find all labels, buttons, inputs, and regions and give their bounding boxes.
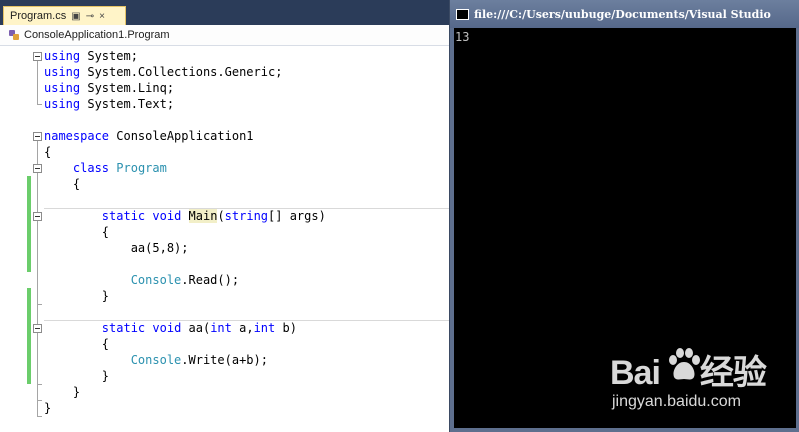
keyword-token: using xyxy=(44,49,81,63)
code-line[interactable]: { xyxy=(44,144,51,160)
keyword-token: static xyxy=(101,209,146,223)
tab-label: Program.cs xyxy=(10,10,67,22)
code-line[interactable]: aa(5,8); xyxy=(44,240,189,256)
code-token: { xyxy=(44,177,81,191)
change-marker xyxy=(27,176,31,272)
collapse-namespace-toggle[interactable] xyxy=(33,132,42,141)
code-line[interactable]: { xyxy=(44,224,109,240)
code-token: .Read(); xyxy=(181,273,240,287)
keyword-token: class xyxy=(72,161,110,175)
code-line[interactable]: using System.Linq; xyxy=(44,80,174,96)
code-line[interactable]: Console.Read(); xyxy=(44,272,239,288)
baidu-watermark: Bai 经验 jingyan.baidu.com xyxy=(610,345,795,415)
code-area[interactable]: using System; using System.Collections.Ge… xyxy=(0,48,449,432)
navigation-scope: ConsoleApplication1.Program xyxy=(24,29,170,41)
code-token: aa( xyxy=(181,321,211,335)
keyword-token: static xyxy=(101,321,146,335)
code-line[interactable]: Console.Write(a+b); xyxy=(44,352,268,368)
type-token: Program xyxy=(116,161,167,175)
keyword-token: void xyxy=(152,209,182,223)
code-token: } xyxy=(44,401,52,415)
code-line[interactable]: } xyxy=(44,384,80,400)
code-token: System; xyxy=(80,49,138,63)
code-line[interactable]: static void aa(int a,int b) xyxy=(44,320,297,336)
code-line[interactable]: } xyxy=(44,368,109,384)
outline-end xyxy=(37,400,42,401)
code-line[interactable]: class Program xyxy=(44,160,167,176)
change-marker xyxy=(27,288,31,384)
code-token: System.Collections.Generic; xyxy=(80,65,283,79)
code-token: [] args) xyxy=(268,209,326,223)
keyword-token: int xyxy=(210,321,232,335)
code-line[interactable]: using System.Text; xyxy=(44,96,174,112)
code-token: } xyxy=(44,385,81,399)
code-token: ConsoleApplication1 xyxy=(109,129,254,143)
keyword-token: string xyxy=(224,209,269,223)
pin-icon[interactable]: ⊸ xyxy=(86,11,94,22)
console-output: 13 xyxy=(455,30,470,44)
code-token: .Write(a+b); xyxy=(181,353,268,367)
code-line[interactable]: using System; xyxy=(44,48,138,64)
type-token: Console xyxy=(130,353,182,367)
keyword-token: void xyxy=(152,321,182,335)
collapse-class-toggle[interactable] xyxy=(33,164,42,173)
code-line[interactable]: static void Main(string[] args) xyxy=(44,208,326,224)
lock-icon: ▣ xyxy=(71,10,81,22)
code-token: { xyxy=(44,225,110,239)
code-token: System.Linq; xyxy=(80,81,175,95)
code-token: System.Text; xyxy=(80,97,175,111)
keyword-token: namespace xyxy=(44,129,110,143)
collapse-main-toggle[interactable] xyxy=(33,212,42,221)
console-title-bar[interactable]: file:///C:/Users/uubuge/Documents/Visual… xyxy=(450,0,799,28)
keyword-token: using xyxy=(44,65,81,79)
outline-guide xyxy=(37,141,38,416)
tab-program-cs[interactable]: Program.cs ▣ ⊸ × xyxy=(3,6,126,25)
navigation-bar[interactable]: ConsoleApplication1.Program xyxy=(0,25,449,46)
watermark-logo-right: 经验 xyxy=(699,354,767,392)
code-line[interactable]: namespace ConsoleApplication1 xyxy=(44,128,254,144)
document-tab-strip: Program.cs ▣ ⊸ × xyxy=(0,0,449,25)
console-icon xyxy=(456,8,469,20)
code-line[interactable]: using System.Collections.Generic; xyxy=(44,64,282,80)
code-token: a, xyxy=(231,321,254,335)
collapse-usings-toggle[interactable] xyxy=(33,52,42,61)
code-token: { xyxy=(44,145,52,159)
console-title: file:///C:/Users/uubuge/Documents/Visual… xyxy=(474,7,771,21)
outline-end xyxy=(37,416,42,417)
code-token: ( xyxy=(217,209,225,223)
watermark-url: jingyan.baidu.com xyxy=(612,393,741,410)
code-token: b) xyxy=(275,321,297,335)
code-token: { xyxy=(44,337,110,351)
watermark-logo-left: Bai xyxy=(610,354,661,392)
code-line[interactable]: { xyxy=(44,336,109,352)
code-token: aa(5,8); xyxy=(44,241,189,255)
code-editor-pane: Program.cs ▣ ⊸ × ConsoleApplication1.Pro… xyxy=(0,0,449,432)
code-line[interactable]: { xyxy=(44,176,80,192)
collapse-aa-toggle[interactable] xyxy=(33,324,42,333)
outline-end xyxy=(37,104,42,105)
code-line[interactable]: } xyxy=(44,288,109,304)
code-token: Main xyxy=(188,209,218,223)
keyword-token: using xyxy=(44,97,81,111)
close-icon[interactable]: × xyxy=(99,11,105,22)
keyword-token: int xyxy=(253,321,276,335)
paw-icon xyxy=(669,348,700,380)
outline-end xyxy=(37,304,42,305)
type-token: Console xyxy=(130,273,182,287)
code-token: } xyxy=(44,289,110,303)
outline-guide xyxy=(37,61,38,104)
keyword-token: using xyxy=(44,81,81,95)
code-token: } xyxy=(44,369,110,383)
class-icon xyxy=(8,29,20,41)
code-line[interactable]: } xyxy=(44,400,51,416)
outline-end xyxy=(37,384,42,385)
